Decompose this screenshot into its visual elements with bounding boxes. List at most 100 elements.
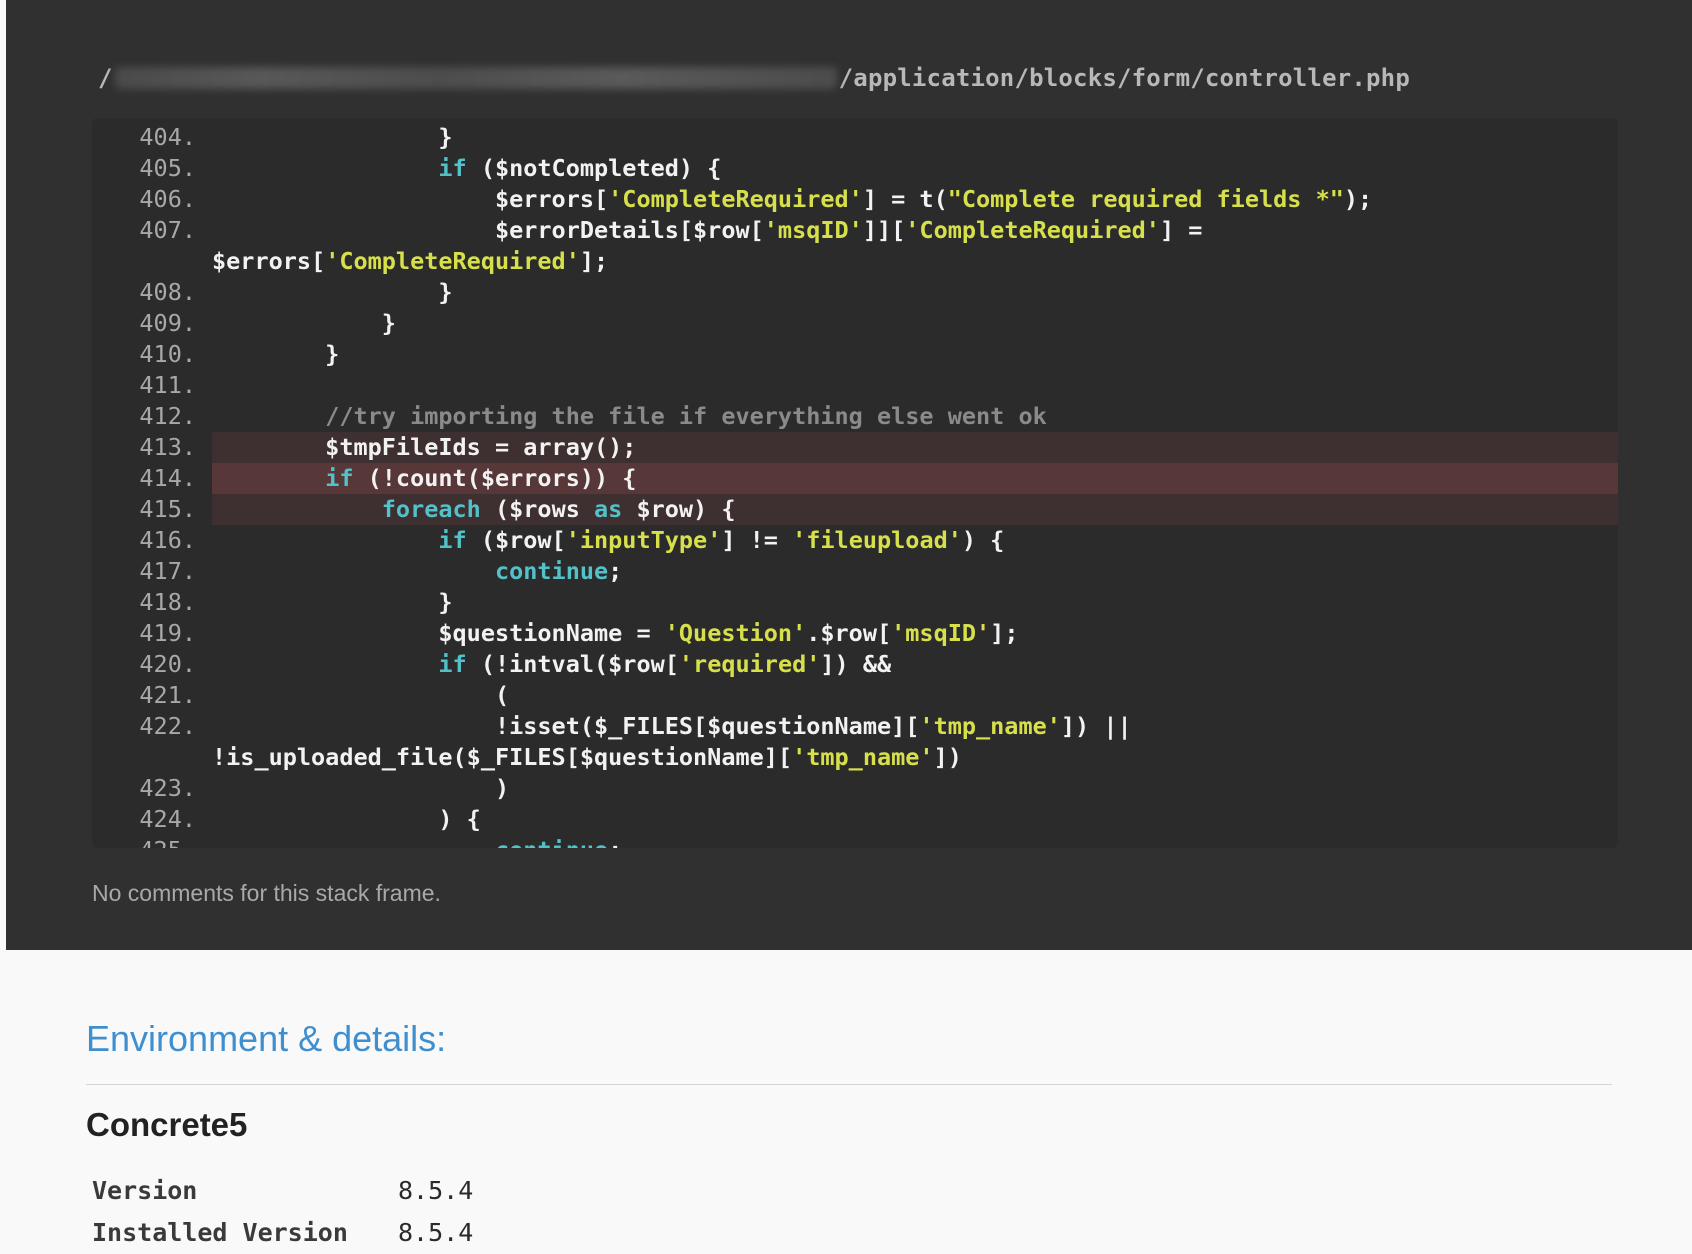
code-string: 'CompleteRequired' — [608, 185, 863, 213]
code-token: (!count($errors)) { — [353, 464, 637, 492]
code-text: ) { — [212, 804, 481, 835]
code-text: if (!intval($row['required']) && — [212, 649, 891, 680]
environment-section-title: Concrete5 — [86, 1106, 248, 1143]
code-text: } — [212, 122, 453, 153]
code-token: } — [212, 123, 453, 151]
line-number: 405. — [139, 154, 196, 182]
table-row: Version 8.5.4 — [92, 1170, 473, 1212]
code-string: 'tmp_name' — [919, 712, 1061, 740]
code-line: 425. continue; — [92, 835, 1618, 848]
code-line-highlighted: 415. foreach ($rows as $row) { — [139, 494, 1618, 525]
code-token: ) — [212, 774, 510, 802]
file-path[interactable]: / /application/blocks/form/controller.php — [98, 64, 1410, 92]
code-string: 'msqID' — [763, 216, 863, 244]
code-token: } — [212, 340, 340, 368]
environment-title: Environment & details: — [86, 1018, 447, 1059]
line-number: 419. — [139, 619, 196, 647]
code-token: $errors[ — [212, 185, 609, 213]
code-line-highlighted: 414. if (!count($errors)) { — [139, 463, 1618, 494]
code-token: ( — [212, 681, 510, 709]
line-number: 410. — [139, 340, 196, 368]
code-string: 'Question' — [664, 619, 807, 647]
line-number: 413. — [139, 433, 196, 461]
code-token: !is_uploaded_file($_FILES[$questionName]… — [212, 743, 793, 771]
code-string: 'required' — [678, 650, 821, 678]
code-text: } — [212, 339, 339, 370]
code-keyword: continue — [495, 836, 608, 848]
code-line: 404. } — [92, 122, 1618, 153]
code-token: ) { — [961, 526, 1005, 554]
code-text: $questionName = 'Question'.$row['msqID']… — [212, 618, 1018, 649]
code-token: (!intval($row[ — [466, 650, 679, 678]
code-text: continue; — [212, 835, 622, 848]
code-token: ; — [608, 836, 622, 848]
code-token: $tmpFileIds = array(); — [212, 433, 637, 461]
redacted-path-segment — [114, 67, 837, 89]
code-line: !is_uploaded_file($_FILES[$questionName]… — [92, 742, 1618, 773]
code-keyword: as — [594, 495, 623, 523]
code-token: ) { — [212, 805, 481, 833]
code-token: .$row[ — [806, 619, 892, 647]
code-token: ($rows — [480, 495, 595, 523]
code-line: 408. } — [92, 277, 1618, 308]
line-number: 408. — [139, 278, 196, 306]
code-viewer[interactable]: 404. } 405. if ($notCompleted) {406. $err… — [92, 118, 1618, 848]
code-text: } — [212, 587, 453, 618]
code-line: $errors['CompleteRequired']; — [92, 246, 1618, 277]
code-line: 411. — [92, 370, 1618, 401]
line-number: 411. — [139, 371, 196, 399]
line-number: 422. — [139, 712, 196, 740]
env-value: 8.5.4 — [398, 1218, 474, 1247]
code-token: $row) { — [622, 495, 736, 523]
code-token: ]][ — [862, 216, 906, 244]
code-token: ($notCompleted) { — [466, 154, 722, 182]
env-key: Version — [92, 1176, 198, 1205]
code-keyword: foreach — [381, 495, 481, 523]
code-text: foreach ($rows as $row) { — [212, 494, 736, 525]
code-token: ] = t( — [862, 185, 948, 213]
code-token: ]; — [579, 247, 609, 275]
path-suffix: /application/blocks/form/controller.php — [838, 64, 1410, 92]
line-number: 407. — [139, 216, 196, 244]
code-text: if ($row['inputType'] != 'fileupload') { — [212, 525, 1004, 556]
code-line: 407. $errorDetails[$row['msqID']]['Compl… — [92, 215, 1618, 246]
line-number: 416. — [139, 526, 196, 554]
code-keyword: if — [438, 154, 467, 182]
line-number: 417. — [139, 557, 196, 585]
line-number: 404. — [139, 123, 196, 151]
code-line: 421. ( — [92, 680, 1618, 711]
code-text: if (!count($errors)) { — [212, 463, 636, 494]
code-token: } — [212, 588, 453, 616]
code-text: $tmpFileIds = array(); — [212, 432, 636, 463]
code-token: ]) && — [820, 650, 892, 678]
code-token: $errors[ — [212, 247, 326, 275]
code-token: } — [212, 278, 453, 306]
code-string: 'CompleteRequired' — [905, 216, 1160, 244]
table-row: Installed Version 8.5.4 — [92, 1212, 473, 1254]
line-number: 406. — [139, 185, 196, 213]
code-text: } — [212, 277, 453, 308]
code-text: //try importing the file if everything e… — [212, 401, 1047, 432]
code-text: $errorDetails[$row['msqID']]['CompleteRe… — [212, 215, 1202, 246]
stack-frame-panel: / /application/blocks/form/controller.php… — [6, 0, 1692, 950]
env-key: Installed Version — [92, 1218, 348, 1247]
line-number: 412. — [139, 402, 196, 430]
divider — [86, 1084, 1612, 1085]
code-token: !isset($_FILES[$questionName][ — [212, 712, 920, 740]
code-text: $errors['CompleteRequired'] = t("Complet… — [212, 184, 1372, 215]
frame-comment: No comments for this stack frame. — [92, 880, 441, 906]
code-lines: 404. } 405. if ($notCompleted) {406. $err… — [92, 122, 1618, 848]
code-line-highlighted: 413. $tmpFileIds = array(); — [139, 432, 1618, 463]
line-number: 424. — [139, 805, 196, 833]
line-number: 418. — [139, 588, 196, 616]
code-line: 410. } — [92, 339, 1618, 370]
code-token: $questionName = — [212, 619, 665, 647]
line-number: 423. — [139, 774, 196, 802]
code-string: 'CompleteRequired' — [325, 247, 580, 275]
code-token: } — [212, 309, 396, 337]
